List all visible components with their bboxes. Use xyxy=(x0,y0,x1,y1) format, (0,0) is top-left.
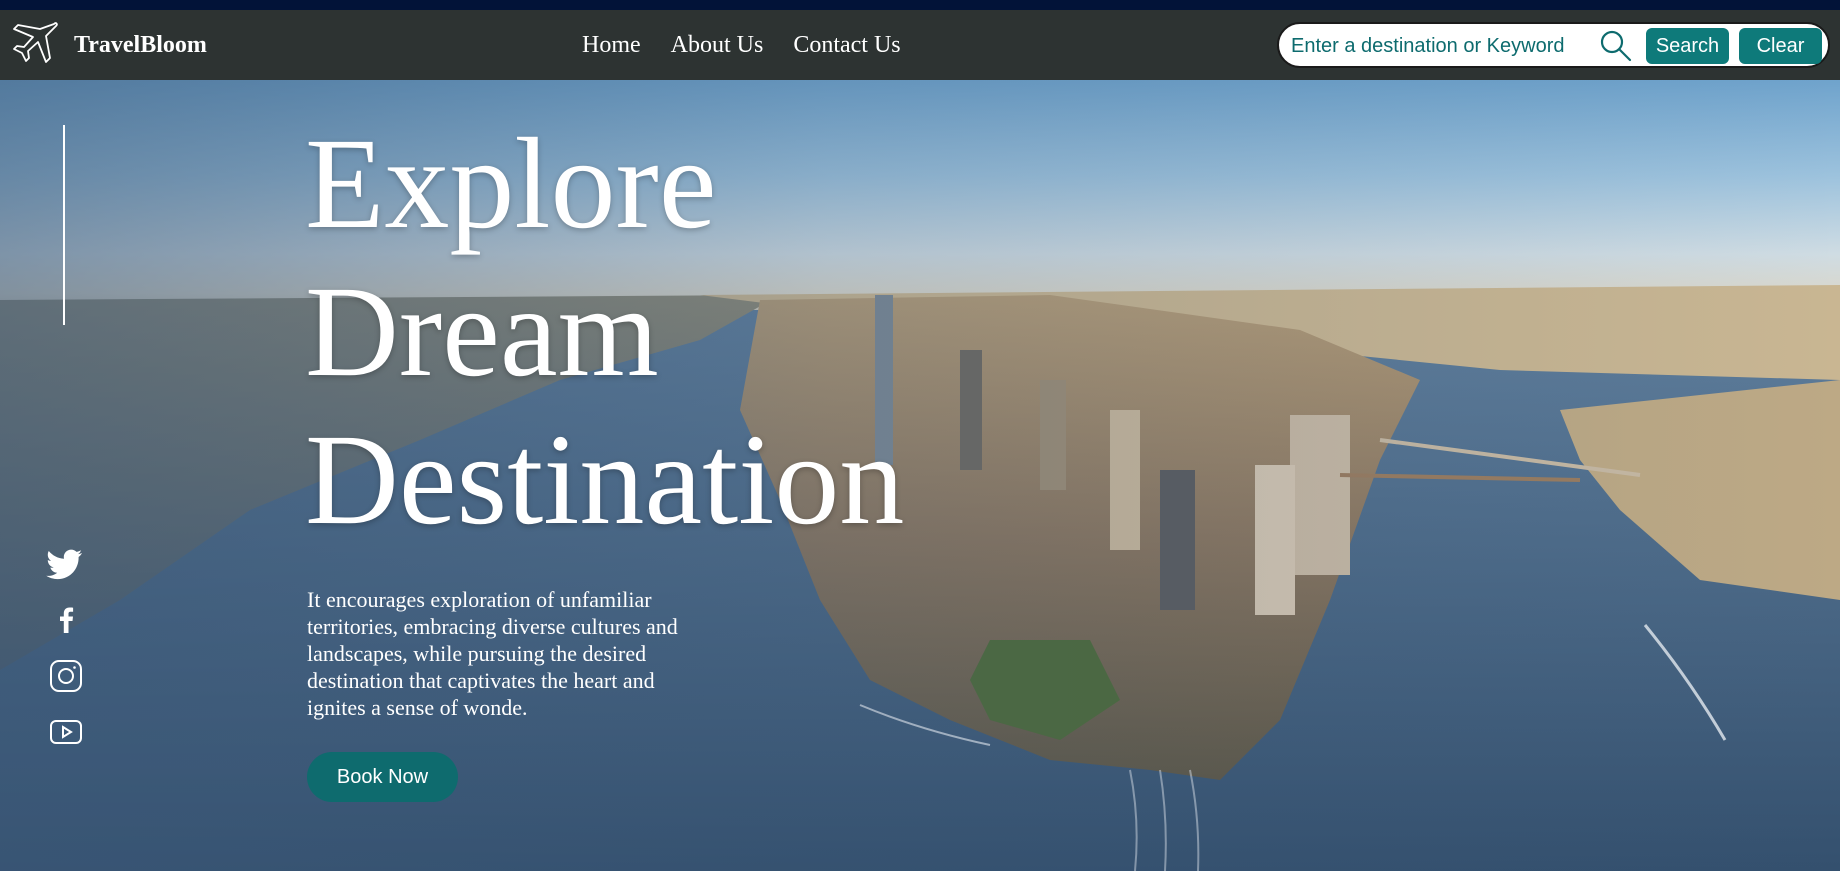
window-top-strip xyxy=(0,0,1840,10)
search-bar: Search Clear xyxy=(1277,22,1830,68)
nav-contact-us[interactable]: Contact Us xyxy=(793,32,900,59)
navbar: TravelBloom Home About Us Contact Us Sea… xyxy=(0,10,1840,80)
search-button[interactable]: Search xyxy=(1646,28,1729,64)
decorative-vertical-line xyxy=(63,125,65,325)
instagram-icon[interactable] xyxy=(46,656,86,696)
facebook-icon[interactable] xyxy=(46,600,86,640)
clear-button[interactable]: Clear xyxy=(1739,28,1822,64)
airplane-logo-icon xyxy=(10,18,60,73)
book-now-button[interactable]: Book Now xyxy=(307,752,458,802)
hero-section: Explore Dream Destination It encourages … xyxy=(0,80,1840,871)
city-aerial-background xyxy=(0,80,1840,871)
nav-home[interactable]: Home xyxy=(582,32,641,59)
youtube-icon[interactable] xyxy=(46,712,86,752)
headline-line: Destination xyxy=(305,408,905,552)
main-nav: Home About Us Contact Us xyxy=(582,10,931,80)
search-icon[interactable] xyxy=(1599,29,1633,63)
headline-line: Dream xyxy=(305,260,659,404)
twitter-icon[interactable] xyxy=(46,544,86,584)
search-input[interactable] xyxy=(1289,30,1573,62)
hero-tagline: It encourages exploration of unfamiliar … xyxy=(307,587,678,720)
brand[interactable]: TravelBloom xyxy=(10,20,207,70)
brand-name: TravelBloom xyxy=(74,31,207,58)
nav-about-us[interactable]: About Us xyxy=(671,32,764,59)
hero-headline: Explore Dream Destination xyxy=(305,110,904,554)
headline-line: Explore xyxy=(305,112,717,256)
